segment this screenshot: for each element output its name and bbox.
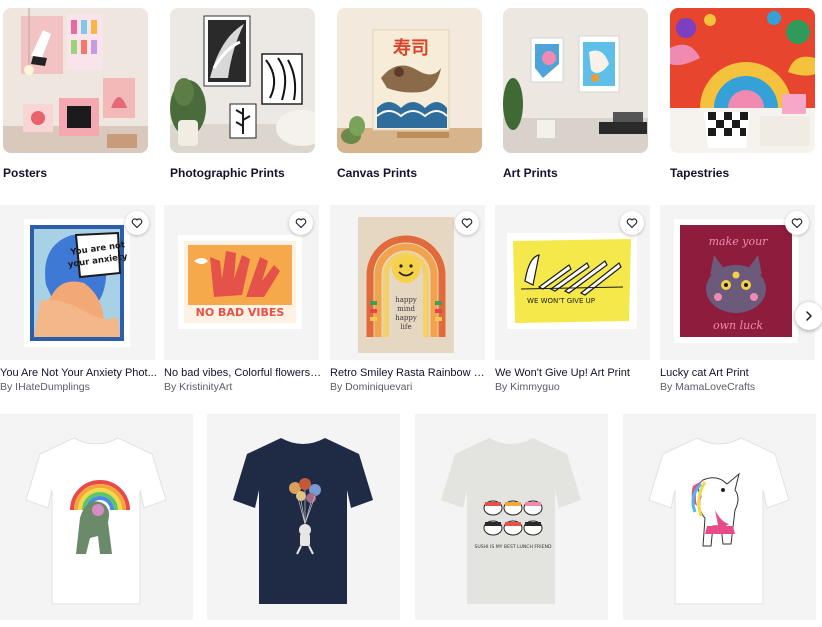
heart-icon [295, 218, 307, 229]
svg-text:NO BAD VIBES: NO BAD VIBES [196, 306, 285, 319]
svg-text:make your: make your [709, 235, 769, 248]
heart-icon [131, 218, 143, 229]
favorite-button[interactable] [785, 211, 809, 235]
category-art-prints[interactable]: Art Prints [503, 8, 648, 180]
product-artist[interactable]: By MamaLoveCrafts [660, 381, 755, 393]
svg-text:own luck: own luck [713, 319, 763, 332]
favorite-button[interactable] [455, 211, 479, 235]
svg-text:happy: happy [395, 296, 417, 304]
category-photographic-prints[interactable]: Photographic Prints [170, 8, 315, 180]
product-card[interactable]: make your own luck Lucky cat Art Print B… [660, 205, 815, 393]
svg-text:happy: happy [395, 314, 417, 322]
product-title[interactable]: Lucky cat Art Print [660, 367, 818, 379]
category-label: Tapestries [670, 166, 730, 180]
canvas-kanji: 寿司 [393, 37, 429, 59]
category-posters[interactable]: Posters [3, 8, 148, 180]
heart-icon [791, 218, 803, 229]
tshirt-card[interactable] [207, 414, 400, 620]
favorite-button[interactable] [289, 211, 313, 235]
product-artist[interactable]: By Kimmyguo [495, 381, 560, 393]
chevron-right-icon [806, 311, 812, 321]
svg-text:WE WON'T GIVE UP: WE WON'T GIVE UP [527, 297, 595, 305]
category-tapestries[interactable]: Tapestries [670, 8, 815, 180]
canvas-prints-image: 寿司 [337, 8, 482, 153]
sushi-caption: SUSHI IS MY BEST LUNCH FRIEND [475, 544, 552, 550]
carousel-next-button[interactable] [795, 302, 822, 330]
category-canvas-prints[interactable]: 寿司 Canvas Prints [337, 8, 482, 180]
product-artist[interactable]: By IHateDumplings [0, 381, 90, 393]
heart-icon [461, 218, 473, 229]
tapestries-image [670, 8, 815, 153]
posters-image [3, 8, 148, 153]
product-artist[interactable]: By KristinityArt [164, 381, 232, 393]
heart-icon [626, 218, 638, 229]
category-label: Art Prints [503, 166, 558, 180]
tshirt-card[interactable] [623, 414, 816, 620]
favorite-button[interactable] [125, 211, 149, 235]
category-label: Canvas Prints [337, 166, 418, 180]
product-card[interactable]: happy mind happy life Retro Smiley Rasta… [330, 205, 488, 393]
svg-text:mind: mind [397, 305, 415, 313]
tshirt-card[interactable]: SUSHI IS MY BEST LUNCH FRIEND [415, 414, 608, 620]
photographic-prints-image [170, 8, 315, 153]
product-title[interactable]: No bad vibes, Colorful flowers, ... [164, 367, 322, 379]
category-label: Photographic Prints [170, 166, 285, 180]
product-card[interactable]: You are not your anxiety You Are Not You… [0, 205, 157, 393]
category-label: Posters [3, 166, 48, 180]
product-title[interactable]: You Are Not Your Anxiety Phot... [0, 367, 158, 379]
product-title[interactable]: Retro Smiley Rasta Rainbow wit... [330, 367, 488, 379]
product-card[interactable]: NO BAD VIBES No bad vibes, Colorful flow… [164, 205, 322, 393]
product-artist[interactable]: By Dominiquevari [330, 381, 412, 393]
tshirt-card[interactable] [0, 414, 193, 620]
favorite-button[interactable] [620, 211, 644, 235]
product-card[interactable]: WE WON'T GIVE UP We Won't Give Up! Art P… [495, 205, 650, 393]
svg-text:life: life [400, 323, 411, 331]
product-title[interactable]: We Won't Give Up! Art Print [495, 367, 653, 379]
art-prints-image [503, 8, 648, 153]
